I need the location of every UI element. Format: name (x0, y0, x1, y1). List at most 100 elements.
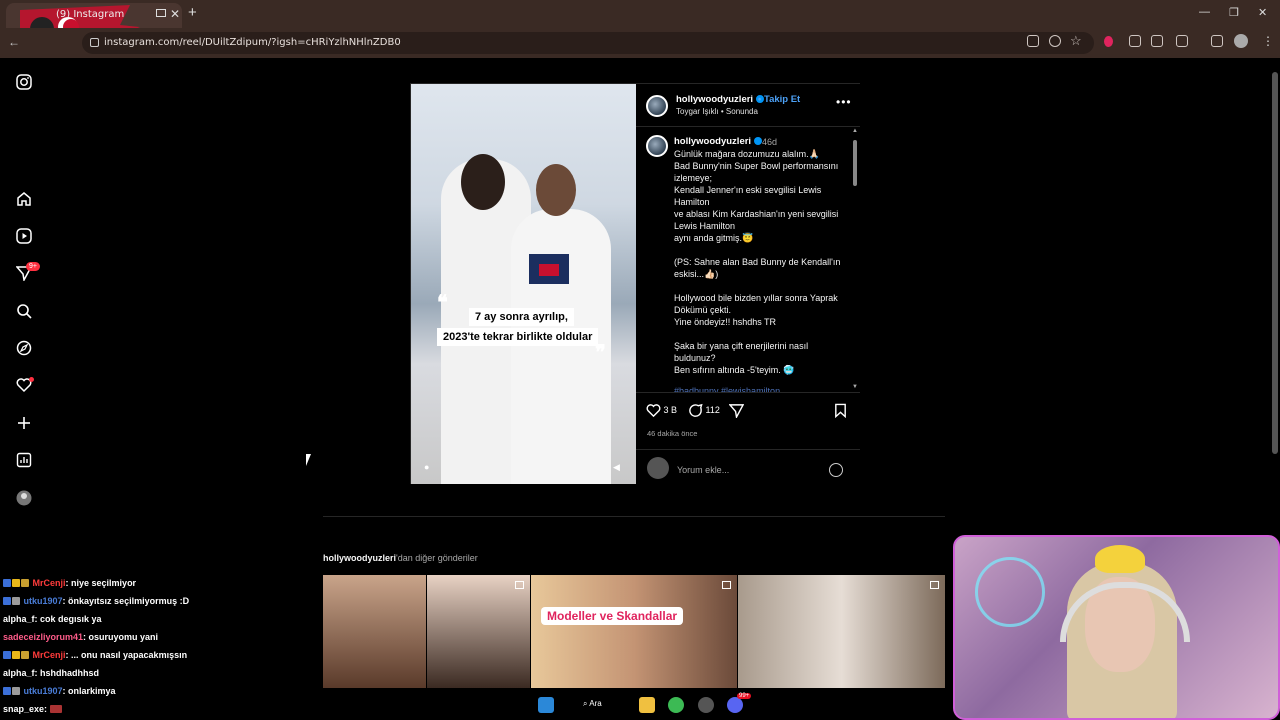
app-icon[interactable] (698, 697, 714, 713)
media-control-icon[interactable] (1211, 35, 1223, 47)
chat-message: sadeceizliyorum41: osuruyomu yani (3, 632, 159, 642)
chat-message: alpha_f: cok degısık ya (3, 614, 102, 624)
windows-start-icon[interactable] (538, 697, 554, 713)
extension-icon[interactable] (1151, 35, 1163, 47)
chat-user: utku1907 (23, 686, 63, 696)
chat-message: MrCenji: ... onu nasıl yapacakmışsın (3, 650, 187, 660)
taskbar-search[interactable]: ⌕ Ara (583, 699, 602, 709)
author-username[interactable]: hollywoodyuzleri (676, 94, 765, 105)
chat-user: sadeceizliyorum41 (3, 632, 84, 642)
chat-message: alpha_f: hshdhadhhsd (3, 668, 100, 678)
section-divider (323, 516, 945, 517)
caption-scrollbar[interactable] (853, 140, 857, 186)
post-thumbnail[interactable]: Modeller ve Skandallar (531, 575, 737, 688)
notification-dot (29, 377, 34, 382)
like-count: 3 B (663, 404, 678, 415)
page-scrollbar-thumb[interactable] (1272, 72, 1278, 454)
comment-button[interactable]: 112 (688, 403, 720, 418)
maximize-icon[interactable]: ❐ (1229, 6, 1239, 19)
post-thumbnail[interactable] (427, 575, 530, 688)
more-options-icon[interactable]: ••• (836, 95, 852, 109)
neon-sign (975, 557, 1045, 627)
verified-badge-icon (754, 137, 763, 146)
discord-icon[interactable] (727, 697, 743, 713)
close-tab-icon[interactable]: ✕ (170, 7, 180, 21)
audio-subtitle[interactable]: Toygar Işıklı • Sonunda (676, 107, 758, 116)
site-info-icon[interactable] (90, 38, 99, 47)
reel-video[interactable]: ❝ 7 ay sonra ayrılıp, 2023'te tekrar bir… (411, 84, 636, 484)
reels-icon[interactable] (16, 228, 32, 244)
quote-open-icon: ❝ (437, 292, 448, 314)
browser-menu-icon[interactable]: ⋮ (1262, 34, 1274, 48)
more-posts-heading: hollywoodyuzleri'dan diğer gönderiler (323, 553, 478, 563)
profile-avatar-icon[interactable] (16, 490, 32, 506)
follow-button[interactable]: • Takip Et (758, 94, 800, 105)
url-text: instagram.com/reel/DUiltZdipum/?igsh=cHR… (104, 37, 401, 48)
chrome-icon[interactable] (668, 697, 684, 713)
explore-icon[interactable] (16, 340, 32, 356)
video-caption-line1: 7 ay sonra ayrılıp, (469, 308, 574, 326)
add-comment-input[interactable]: Yorum ekle... (677, 465, 729, 475)
quote-close-icon: ❞ (595, 342, 606, 364)
extension-icon[interactable] (1129, 35, 1141, 47)
comment-username[interactable]: hollywoodyuzleri (674, 136, 763, 147)
post-thumbnail[interactable] (738, 575, 945, 688)
instagram-sidebar (0, 58, 48, 558)
add-comment-row: Yorum ekle... (636, 449, 860, 485)
instagram-logo-icon[interactable] (16, 74, 32, 90)
heart-icon (646, 404, 661, 418)
new-tab-button[interactable]: + (188, 4, 197, 21)
pikachu-plush (1095, 545, 1145, 573)
video-person-head (536, 164, 576, 216)
extension-red-icon[interactable] (1104, 36, 1113, 47)
comment-avatar[interactable] (646, 135, 668, 157)
more-posts-grid: Modeller ve Skandallar (323, 575, 945, 688)
scroll-down-icon[interactable]: ▼ (852, 384, 858, 390)
file-explorer-icon[interactable] (639, 697, 655, 713)
mute-icon[interactable]: ◀ (613, 462, 623, 472)
shirt-logo (529, 254, 569, 284)
dashboard-icon[interactable] (16, 452, 32, 468)
save-button[interactable] (833, 403, 848, 419)
close-window-icon[interactable]: ✕ (1258, 6, 1267, 19)
comment-time: 46d (762, 137, 778, 147)
url-field[interactable]: instagram.com/reel/DUiltZdipum/?igsh=cHR… (82, 32, 1094, 54)
emoji-icon[interactable] (829, 463, 843, 477)
post-thumbnail[interactable] (323, 575, 426, 688)
like-button[interactable]: 3 B (646, 403, 677, 418)
chat-message: utku1907: önkayıtsız seçilmiyormuş :D (3, 596, 189, 606)
post-panel: hollywoodyuzleri • Takip Et Toygar Işıkl… (636, 84, 860, 484)
chat-message: snap_exe: (3, 704, 63, 714)
bookmark-icon (835, 403, 846, 419)
home-icon[interactable] (16, 191, 32, 207)
comment-count: 112 (705, 404, 720, 415)
profile-avatar[interactable] (1234, 34, 1248, 48)
divider (636, 126, 860, 127)
stream-chat: MrCenji: niye seçilmiyor utku1907: önkay… (0, 562, 322, 720)
bookmark-star-icon[interactable]: ☆ (1070, 33, 1082, 49)
video-caption-line2: 2023'te tekrar birlikte oldular (437, 328, 599, 346)
reel-icon (722, 581, 731, 589)
back-icon[interactable]: ← (8, 35, 20, 49)
extensions-puzzle-icon[interactable] (1176, 35, 1188, 47)
create-plus-icon[interactable] (16, 415, 32, 431)
tracking-off-icon[interactable] (1049, 35, 1061, 47)
chat-user: MrCenji (32, 650, 66, 660)
share-button[interactable] (728, 403, 745, 420)
scroll-up-icon[interactable]: ▲ (852, 128, 858, 134)
search-icon[interactable] (16, 303, 32, 319)
install-app-icon[interactable] (1027, 35, 1039, 47)
author-avatar[interactable] (646, 95, 668, 117)
discord-badge: 99+ (737, 693, 752, 699)
page-scrollbar[interactable] (1270, 58, 1280, 688)
notification-badge: 9+ (26, 262, 40, 271)
tagged-user-icon[interactable]: ● (424, 462, 434, 472)
mouse-cursor (306, 454, 315, 466)
browser-tab[interactable]: (9) Instagram ✕ (6, 3, 182, 53)
chat-user: alpha_f (3, 668, 35, 678)
chat-user: utku1907 (23, 596, 63, 606)
post-actions: 3 B 112 46 dakika önce Yorum ekle... (636, 392, 860, 484)
minimize-icon[interactable]: — (1199, 6, 1210, 18)
tab-title: (9) Instagram (56, 9, 125, 20)
tab-media-icon[interactable] (156, 9, 166, 17)
